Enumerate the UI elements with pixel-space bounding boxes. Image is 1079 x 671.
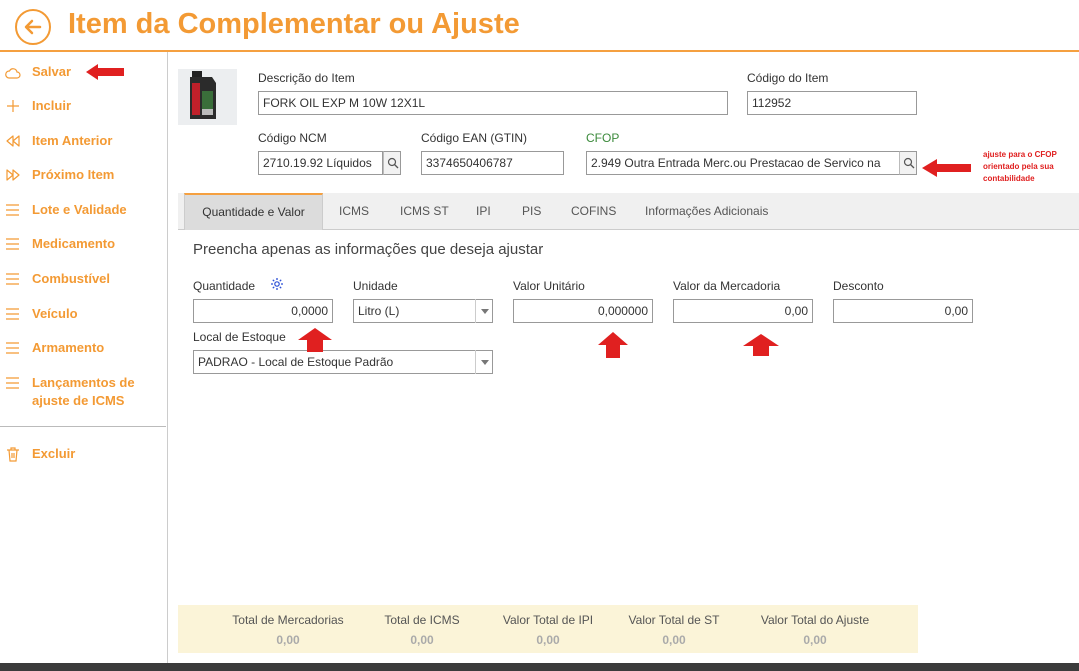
menu-icon [6,273,19,285]
annotation-arrow-up [298,328,332,352]
plus-icon [7,100,19,112]
quantidade-label: Quantidade [193,279,256,293]
unidade-label: Unidade [353,279,398,293]
total-icms: Total de ICMS 0,00 [370,613,474,647]
total-value: 0,00 [662,633,686,647]
codigo-item-label: Código do Item [747,71,829,85]
sidebar-item-label: Item Anterior [32,133,113,148]
menu-icon [6,342,19,354]
valor-mercadoria-label: Valor da Mercadoria [673,279,781,293]
page-header: Item da Complementar ou Ajuste [0,0,1079,52]
arrow-left-icon [24,19,42,35]
codigo-item-input[interactable]: 112952 [747,91,917,115]
sidebar-item-label: Incluir [32,98,72,113]
ean-label: Código EAN (GTIN) [421,131,528,145]
total-mercadorias: Total de Mercadorias 0,00 [228,613,348,647]
ncm-search-button[interactable] [383,151,401,175]
sidebar-item-label: Excluir [32,446,76,461]
sidebar-item-label: Armamento [32,340,105,355]
descricao-input[interactable]: FORK OIL EXP M 10W 12X1L [258,91,728,115]
descricao-label: Descrição do Item [258,71,355,85]
search-icon [387,157,399,169]
total-label: Total de Mercadorias [232,613,344,627]
bottom-bar [0,663,1079,671]
annotation-arrow-left [922,159,971,177]
menu-icon [6,204,19,216]
tab-ipi[interactable]: IPI [476,193,491,230]
total-value: 0,00 [276,633,300,647]
quantidade-input[interactable]: 0,0000 [193,299,333,323]
total-value: 0,00 [803,633,827,647]
search-icon [903,157,915,169]
cfop-input[interactable]: 2.949 Outra Entrada Merc.ou Prestacao de… [586,151,900,175]
desconto-input[interactable]: 0,00 [833,299,973,323]
annotation-arrow-up [743,334,779,356]
chevron-down-icon[interactable] [475,350,492,374]
total-ajuste: Valor Total do Ajuste 0,00 [753,613,877,647]
valor-unitario-label: Valor Unitário [513,279,585,293]
tab-cofins[interactable]: COFINS [571,193,616,230]
instructions-text: Preencha apenas as informações que desej… [193,241,544,258]
page-title: Item da Complementar ou Ajuste [68,8,520,40]
sidebar-item-label: Salvar [32,64,72,79]
tab-icms-st[interactable]: ICMS ST [400,193,449,230]
fast-forward-icon [6,169,20,181]
sidebar-divider [0,426,166,427]
trash-icon [7,447,19,462]
sidebar-item-label: Lote e Validade [32,202,127,217]
chevron-down-icon[interactable] [475,299,492,323]
back-button[interactable] [15,9,51,45]
menu-icon [6,377,19,389]
annotation-note: ajuste para o CFOP orientado pela sua co… [983,150,1057,183]
cfop-search-button[interactable] [899,151,917,175]
total-value: 0,00 [410,633,434,647]
valor-mercadoria-input[interactable]: 0,00 [673,299,813,323]
tab-quantidade-valor[interactable]: Quantidade e Valor [184,193,323,230]
rewind-icon [6,135,20,147]
sidebar-item-label: Medicamento [32,236,116,251]
tab-icms[interactable]: ICMS [339,193,369,230]
valor-unitario-input[interactable]: 0,000000 [513,299,653,323]
cfop-label: CFOP [586,131,620,145]
ncm-input[interactable]: 2710.19.92 Líquidos [258,151,383,175]
total-label: Valor Total do Ajuste [760,613,870,627]
total-label: Valor Total de ST [628,613,720,627]
product-image [178,69,237,125]
total-st: Valor Total de ST 0,00 [622,613,726,647]
tab-informacoes-adicionais[interactable]: Informações Adicionais [645,193,768,230]
sidebar-item-label: Combustível [32,271,111,286]
ean-input[interactable]: 3374650406787 [421,151,564,175]
tab-pis[interactable]: PIS [522,193,541,230]
local-estoque-label: Local de Estoque [193,330,286,344]
total-value: 0,00 [536,633,560,647]
gear-icon[interactable] [270,277,284,291]
cloud-icon [5,68,21,79]
total-label: Total de ICMS [384,613,460,627]
local-estoque-select[interactable]: PADRAO - Local de Estoque Padrão [193,350,493,374]
desconto-label: Desconto [833,279,884,293]
annotation-arrow-up [598,332,628,358]
unidade-select[interactable]: Litro (L) [353,299,493,323]
sidebar-item-label: Próximo Item [32,167,115,182]
total-ipi: Valor Total de IPI 0,00 [496,613,600,647]
sidebar-item-label: Lançamentos de ajuste de ICMS [32,375,135,408]
sidebar-item-label: Veículo [32,306,78,321]
ncm-label: Código NCM [258,131,327,145]
menu-icon [6,238,19,250]
sidebar: Salvar Incluir Item Anterior Próximo Ite… [0,52,168,663]
total-label: Valor Total de IPI [502,613,594,627]
menu-icon [6,308,19,320]
totals-panel: Total de Mercadorias 0,00 Total de ICMS … [178,605,918,653]
annotation-arrow-left [86,64,124,80]
